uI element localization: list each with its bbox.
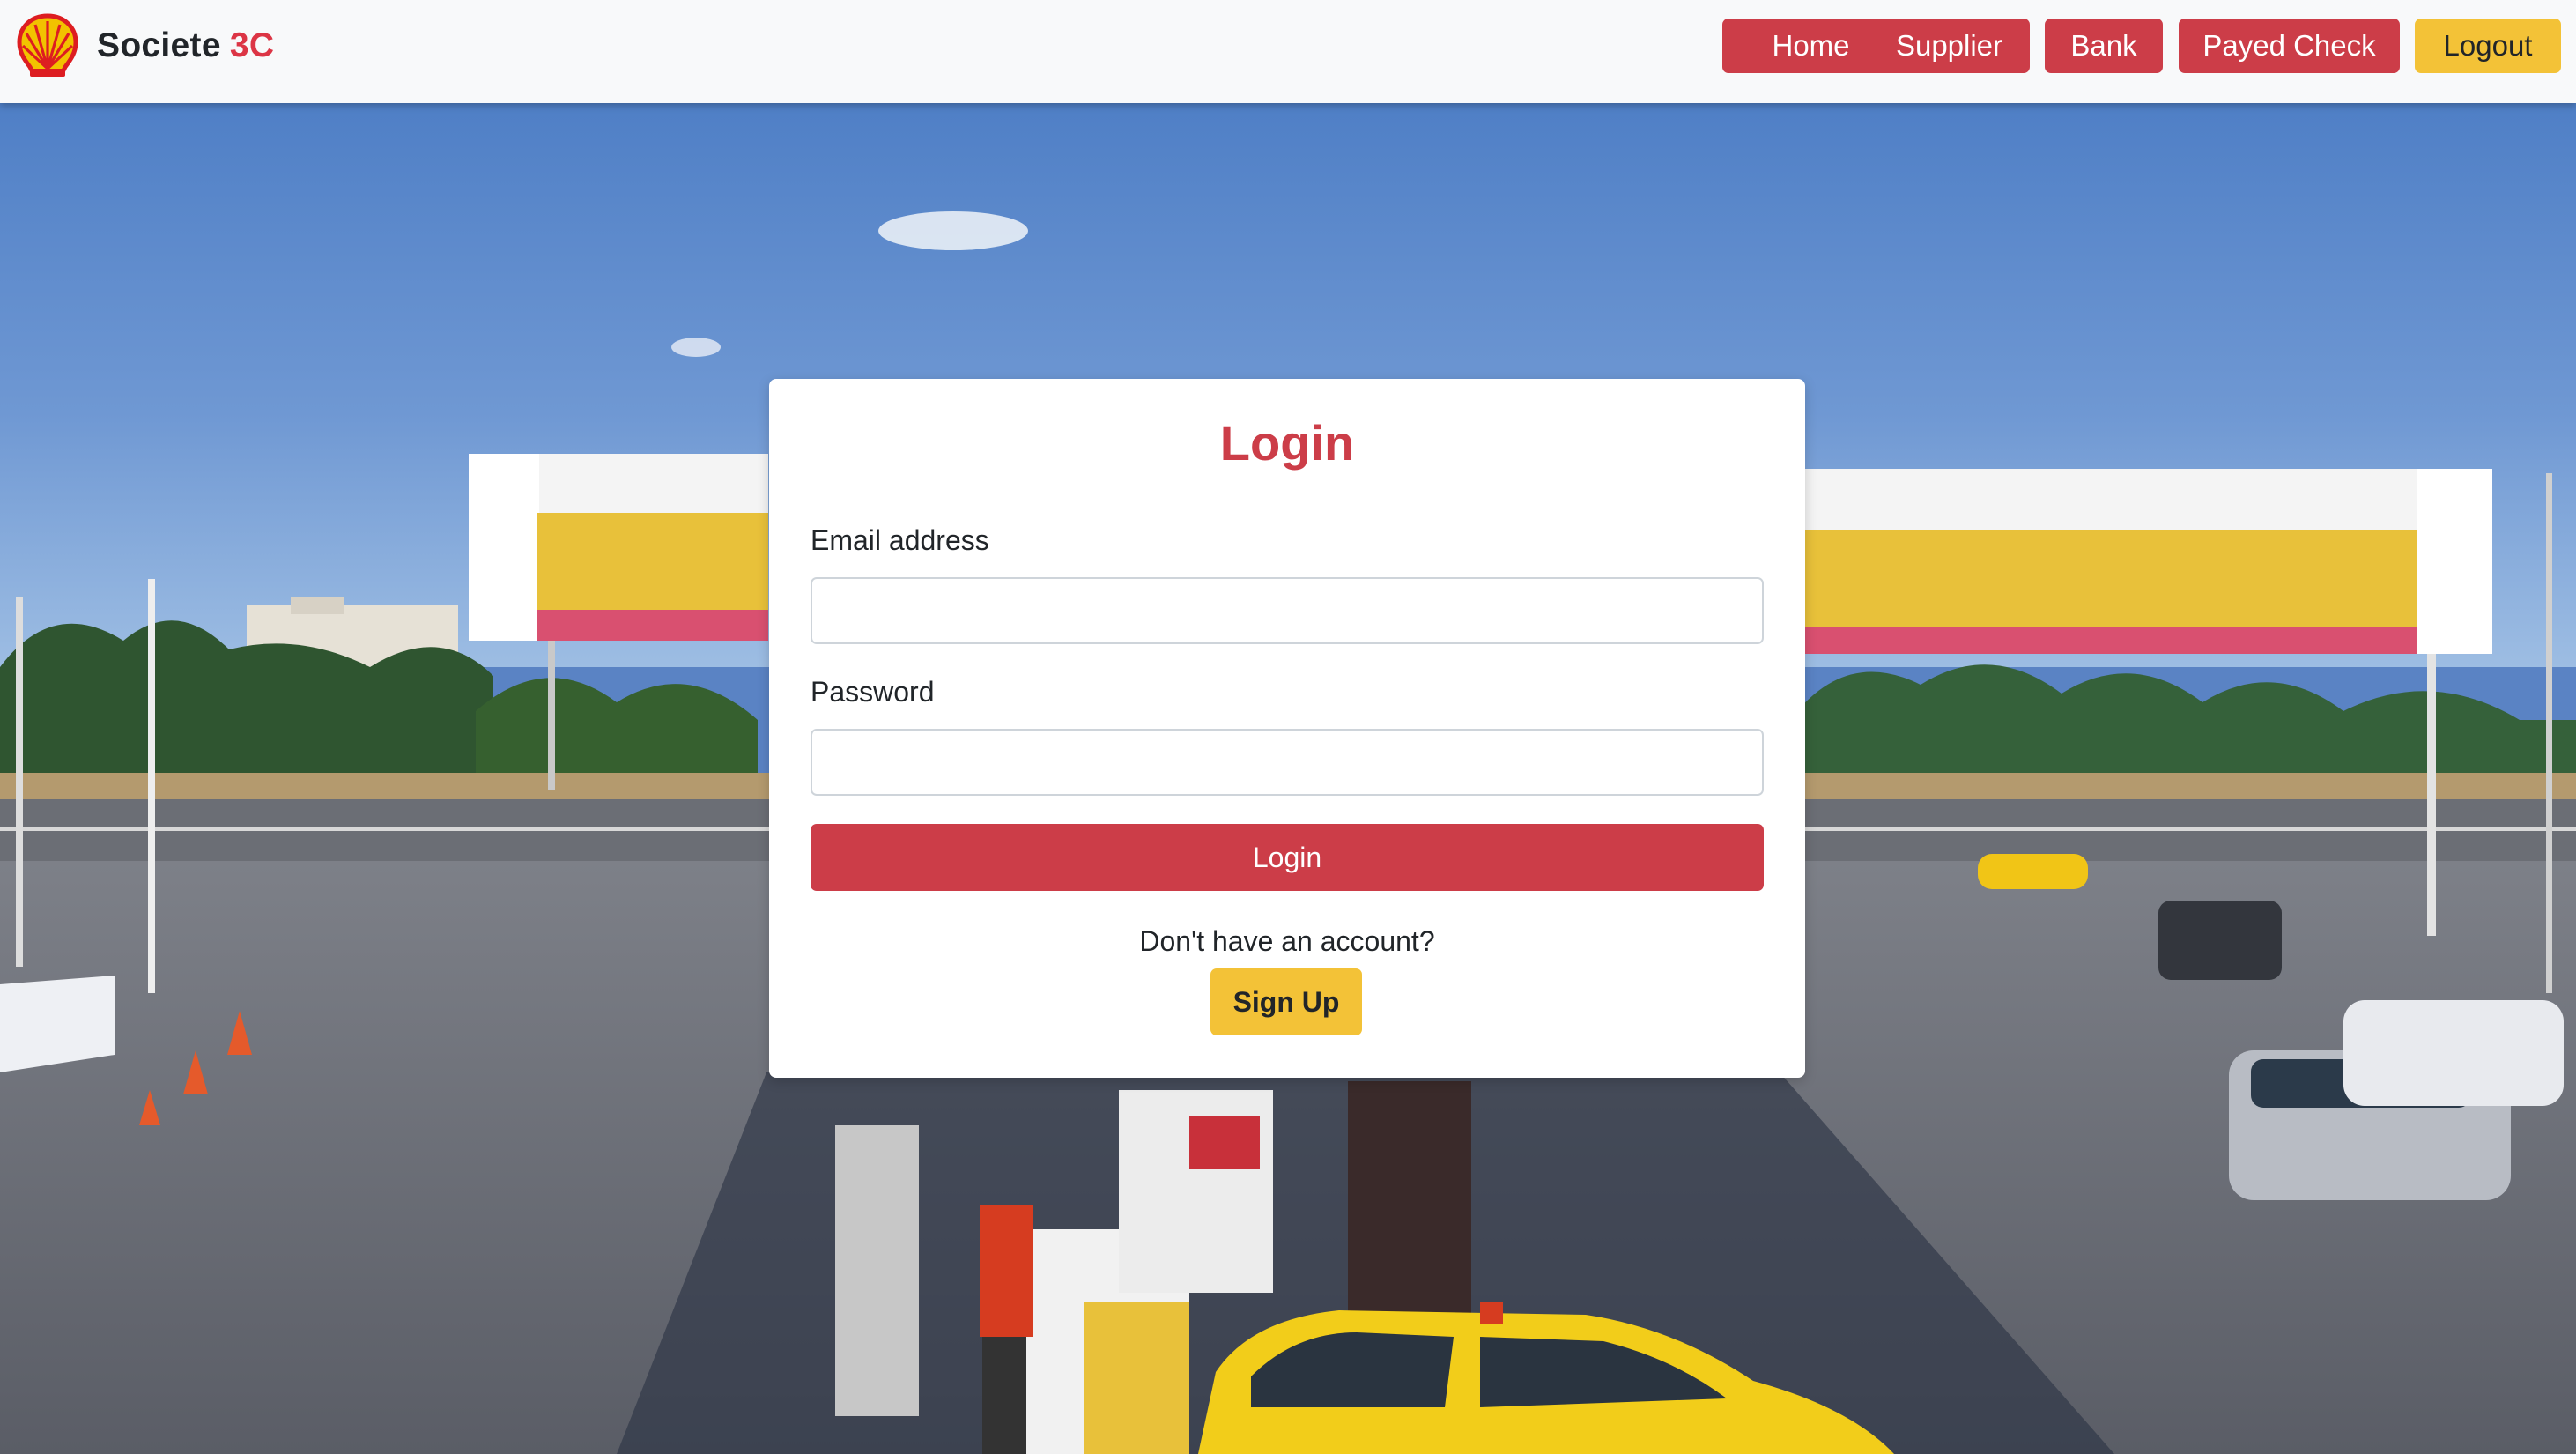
shell-logo-icon	[17, 13, 78, 77]
navbar: Societe 3C Home Supplier Bank Payed Check…	[0, 0, 2576, 103]
brand-name-text: Societe	[97, 26, 221, 64]
email-input[interactable]	[811, 577, 1764, 644]
signup-button[interactable]: Sign Up	[1210, 968, 1362, 1035]
login-title: Login	[1219, 415, 1355, 471]
nav-payed-check-button[interactable]: Payed Check	[2179, 19, 2400, 73]
brand[interactable]: Societe 3C	[16, 12, 274, 79]
brand-accent-text: 3C	[229, 26, 275, 64]
nav-logout-button[interactable]: Logout	[2415, 19, 2561, 73]
password-input[interactable]	[811, 729, 1764, 796]
nav-bank-button[interactable]: Bank	[2045, 19, 2163, 73]
password-label: Password	[811, 676, 935, 708]
nav-supplier-button[interactable]: Supplier	[1869, 19, 2030, 73]
signup-prompt: Don't have an account?	[1139, 925, 1435, 957]
login-card: Login Email address Password Login Don't…	[769, 379, 1805, 1078]
login-submit-button[interactable]: Login	[811, 824, 1764, 891]
brand-name: Societe 3C	[97, 26, 274, 65]
email-label: Email address	[811, 524, 989, 556]
